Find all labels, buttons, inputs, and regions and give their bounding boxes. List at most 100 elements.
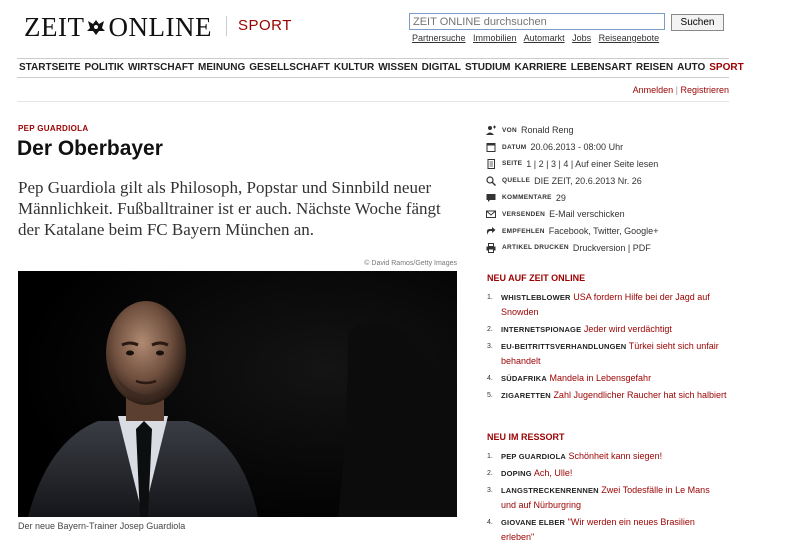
item-text[interactable]: Mandela in Lebensgefahr — [549, 373, 651, 383]
item-kicker: ZIGARETTEN — [501, 391, 551, 400]
section-title[interactable]: SPORT — [238, 17, 292, 34]
meta-key: KOMMENTARE — [502, 194, 552, 202]
quick-link-jobs[interactable]: Jobs — [572, 33, 591, 43]
print-icon — [486, 242, 496, 253]
article-title: Der Oberbayer — [17, 137, 163, 160]
photo-credit: © David Ramos/Getty Images — [364, 260, 457, 267]
main-navigation: STARTSEITE POLITIK WIRTSCHAFT MEINUNG GESELL… — [17, 58, 744, 78]
nav-item-wirtschaft[interactable]: WIRTSCHAFT — [126, 59, 196, 77]
quick-link-reiseangebote[interactable]: Reiseangebote — [599, 33, 660, 43]
quick-link-automarkt[interactable]: Automarkt — [524, 33, 565, 43]
list-number: 1. — [487, 453, 493, 460]
list-item[interactable]: 4. GIOVANE ELBER "Wir werden ein neues Br… — [487, 515, 727, 545]
list-number: 2. — [487, 470, 493, 477]
nav-item-auto[interactable]: AUTO — [675, 59, 707, 77]
new-in-section-heading: NEU IM RESSORT — [487, 432, 565, 442]
login-link[interactable]: Anmelden — [633, 85, 674, 95]
mail-icon — [486, 210, 496, 219]
list-item[interactable]: 3. LANGSTRECKENRENNEN Zwei Todesfälle in … — [487, 483, 727, 513]
list-number: 1. — [487, 294, 493, 301]
meta-author-value: Ronald Reng — [521, 125, 574, 136]
meta-key: VON — [502, 126, 517, 134]
item-kicker: SÜDAFRIKA — [501, 374, 547, 383]
eagle-logo-icon — [87, 20, 106, 35]
person-icon — [486, 125, 496, 136]
logo-text-right: ONLINE — [108, 12, 212, 42]
list-item[interactable]: 1. PEP GUARDIOLA Schönheit kann siegen! — [487, 449, 727, 464]
logo-text-left: ZEIT — [24, 12, 85, 42]
item-kicker: INTERNETSPIONAGE — [501, 325, 582, 334]
new-on-zeit-heading: NEU AUF ZEIT ONLINE — [487, 273, 586, 283]
new-in-section-list: 1. PEP GUARDIOLA Schönheit kann siegen! 2… — [487, 449, 727, 547]
meta-key: ARTIKEL DRUCKEN — [502, 244, 569, 252]
nav-item-studium[interactable]: STUDIUM — [463, 59, 513, 77]
nav-item-digital[interactable]: DIGITAL — [420, 59, 463, 77]
meta-key: DATUM — [502, 143, 527, 151]
register-link[interactable]: Registrieren — [680, 85, 729, 95]
article-kicker: PEP GUARDIOLA — [18, 124, 89, 133]
meta-author: VON Ronald Reng — [486, 122, 726, 139]
site-logo[interactable]: ZEIT ONLINE — [24, 12, 212, 43]
list-item[interactable]: 2. DOPING Ach, Ulle! — [487, 466, 727, 481]
article-photo — [18, 271, 457, 517]
meta-key: SEITE — [502, 160, 523, 168]
photo-caption: Der neue Bayern-Trainer Josep Guardiola — [18, 521, 186, 531]
nav-item-wissen[interactable]: WISSEN — [376, 59, 419, 77]
share-icon — [487, 227, 496, 236]
nav-item-kultur[interactable]: KULTUR — [332, 59, 376, 77]
list-item[interactable]: 4. SÜDAFRIKA Mandela in Lebensgefahr — [487, 371, 727, 386]
nav-item-meinung[interactable]: MEINUNG — [196, 59, 247, 77]
meta-date-value: 20.06.2013 - 08:00 Uhr — [530, 142, 624, 153]
header-divider — [17, 101, 729, 102]
item-text[interactable]: Zahl Jugendlicher Raucher hat sich halbi… — [553, 390, 726, 400]
account-separator: | — [675, 85, 678, 95]
meta-comments: KOMMENTARE 29 — [486, 189, 726, 206]
nav-item-reisen[interactable]: REISEN — [634, 59, 675, 77]
list-item[interactable]: 5. ZIGARETTEN Zahl Jugendlicher Raucher h… — [487, 388, 727, 403]
meta-send: VERSENDEN E-Mail verschicken — [486, 206, 726, 223]
social-share-links[interactable]: Facebook, Twitter, Google+ — [549, 226, 659, 236]
portrait-illustration — [18, 271, 457, 517]
meta-print: ARTIKEL DRUCKEN Druckversion | PDF — [486, 240, 726, 257]
new-on-zeit-list: 1. WHISTLEBLOWER USA fordern Hilfe bei de… — [487, 290, 727, 405]
source-link[interactable]: DIE ZEIT, 20.6.2013 Nr. 26 — [534, 176, 642, 186]
item-kicker: EU-BEITRITTSVERHANDLUNGEN — [501, 342, 627, 351]
nav-item-lebensart[interactable]: LEBENSART — [569, 59, 634, 77]
list-number: 5. — [487, 392, 493, 399]
quick-link-immobilien[interactable]: Immobilien — [473, 33, 517, 43]
list-item[interactable]: 3. EU-BEITRITTSVERHANDLUNGEN Türkei sieht… — [487, 339, 727, 369]
search-input[interactable] — [409, 13, 665, 30]
item-text[interactable]: Ach, Ulle! — [534, 468, 573, 478]
nav-item-sport[interactable]: SPORT — [707, 59, 745, 77]
comments-link[interactable]: 29 — [556, 193, 566, 203]
meta-pages: SEITE 1 | 2 | 3 | 4 | Auf einer Seite le… — [486, 156, 726, 173]
source-icon — [486, 176, 496, 186]
quick-link-partnersuche[interactable]: Partnersuche — [412, 33, 466, 43]
nav-item-gesellschaft[interactable]: GESELLSCHAFT — [247, 59, 332, 77]
list-number: 4. — [487, 375, 493, 382]
search-button[interactable]: Suchen — [671, 14, 724, 31]
nav-item-politik[interactable]: POLITIK — [82, 59, 125, 77]
list-item[interactable]: 1. WHISTLEBLOWER USA fordern Hilfe bei de… — [487, 290, 727, 320]
meta-date: DATUM 20.06.2013 - 08:00 Uhr — [486, 139, 726, 156]
nav-item-startseite[interactable]: STARTSEITE — [17, 59, 82, 77]
list-number: 3. — [487, 487, 493, 494]
page-links[interactable]: 1 | 2 | 3 | 4 | Auf einer Seite lesen — [526, 159, 658, 169]
meta-recommend: EMPFEHLEN Facebook, Twitter, Google+ — [486, 223, 726, 240]
item-kicker: DOPING — [501, 469, 532, 478]
meta-key: QUELLE — [502, 177, 531, 185]
article-meta: VON Ronald Reng DATUM 20.06.2013 - 08:00… — [486, 122, 726, 256]
calendar-icon — [486, 143, 496, 153]
email-link[interactable]: E-Mail verschicken — [549, 209, 625, 219]
list-number: 2. — [487, 326, 493, 333]
comment-icon — [486, 193, 496, 202]
list-item[interactable]: 2. INTERNETSPIONAGE Jeder wird verdächtig… — [487, 322, 727, 337]
article-teaser: Pep Guardiola gilt als Philosoph, Popsta… — [18, 178, 441, 239]
item-text[interactable]: Schönheit kann siegen! — [569, 451, 663, 461]
account-links: Anmelden | Registrieren — [633, 85, 729, 95]
nav-item-karriere[interactable]: KARRIERE — [513, 59, 569, 77]
page-icon — [487, 158, 495, 169]
item-text[interactable]: Jeder wird verdächtigt — [584, 324, 672, 334]
print-links[interactable]: Druckversion | PDF — [573, 243, 651, 253]
list-number: 4. — [487, 519, 493, 526]
